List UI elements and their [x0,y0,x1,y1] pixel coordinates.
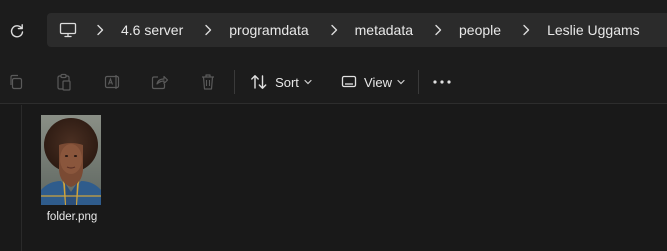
breadcrumb-people[interactable]: people [427,22,515,38]
breadcrumb-metadata[interactable]: metadata [323,22,427,38]
sort-button[interactable]: Sort [248,68,314,96]
breadcrumb-label[interactable]: programdata [219,22,322,38]
file-item[interactable]: folder.png [34,115,110,227]
chevron-right-icon [323,24,345,36]
paste-button[interactable] [53,68,75,96]
address-row: 4.6 server programdata metadata people L… [0,0,667,60]
toolbar-divider [418,70,419,94]
breadcrumb-label[interactable]: people [449,22,515,38]
paste-icon [57,73,71,91]
share-icon [151,75,169,90]
sort-label: Sort [275,74,299,90]
chevron-down-icon [397,79,405,85]
view-icon [341,75,357,88]
navigation-pane-divider[interactable] [21,105,22,251]
toolbar-divider [234,70,235,94]
breadcrumb-4-6-server[interactable]: 4.6 server [89,22,197,38]
breadcrumb-label[interactable]: 4.6 server [111,22,197,38]
view-label: View [364,74,392,90]
refresh-icon [10,24,24,38]
command-bar: Sort View [0,60,667,104]
chevron-down-icon [304,79,312,85]
copy-button[interactable] [5,68,27,96]
breadcrumb-label[interactable]: Leslie Uggams [537,22,654,38]
address-bar[interactable]: 4.6 server programdata metadata people L… [47,13,667,47]
refresh-button[interactable] [4,18,30,44]
copy-icon [10,74,23,90]
breadcrumb-programdata[interactable]: programdata [197,22,322,38]
view-button[interactable]: View [338,68,408,96]
chevron-right-icon [515,24,537,36]
this-pc-icon [59,22,77,38]
rename-button[interactable] [102,68,124,96]
chevron-right-icon [89,24,111,36]
delete-button[interactable] [197,68,219,96]
file-list: folder.png [0,105,667,251]
trash-icon [202,74,214,90]
chevron-right-icon [427,24,449,36]
more-icon [433,80,451,84]
see-more-button[interactable] [429,68,455,96]
breadcrumb-leslie-uggams[interactable]: Leslie Uggams [515,22,654,38]
portrait-image-thumbnail [41,115,101,205]
share-button[interactable] [149,68,171,96]
chevron-right-icon [197,24,219,36]
breadcrumb-label[interactable]: metadata [345,22,427,38]
sort-icon [251,75,267,89]
rename-icon [104,75,120,89]
file-name: folder.png [46,211,98,223]
